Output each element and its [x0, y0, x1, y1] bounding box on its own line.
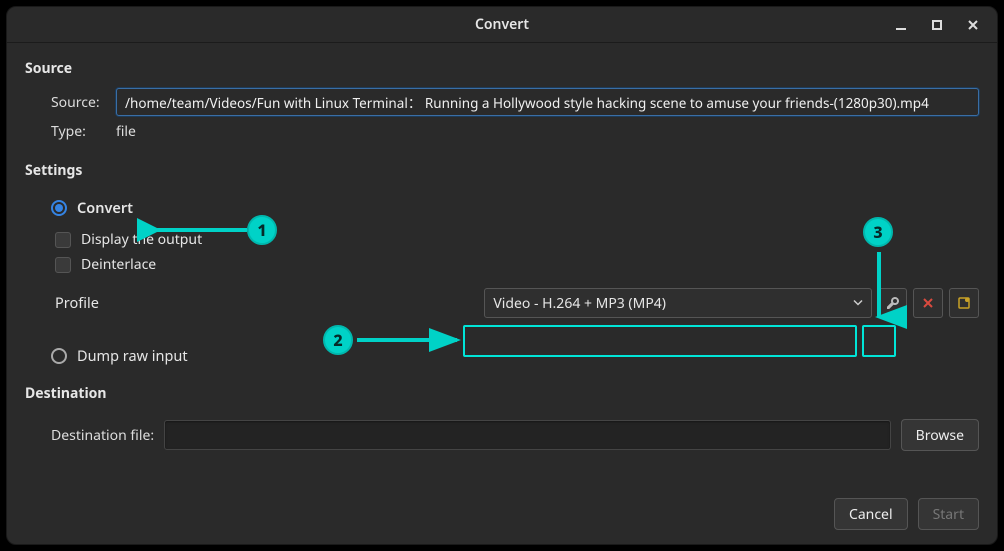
chevron-down-icon [853, 294, 863, 313]
annotation-arrow-3 [867, 247, 891, 327]
window-controls [883, 7, 991, 43]
delete-icon [921, 296, 935, 310]
annotation-arrow-2 [352, 330, 472, 350]
cancel-label: Cancel [849, 505, 893, 524]
dialog-footer: Cancel Start [7, 488, 997, 544]
source-section-title: Source [25, 59, 979, 78]
deinterlace-label: Deinterlace [81, 255, 156, 274]
start-label: Start [933, 505, 964, 524]
type-label: Type: [51, 122, 106, 141]
maximize-button[interactable] [919, 7, 955, 43]
minimize-icon [894, 18, 908, 32]
close-icon [966, 18, 980, 32]
cancel-button[interactable]: Cancel [834, 498, 908, 530]
deinterlace-checkbox[interactable] [55, 257, 71, 273]
source-input[interactable]: /home/team/Videos/Fun with Linux Termina… [116, 88, 979, 116]
type-value: file [116, 122, 136, 141]
new-profile-icon [957, 296, 971, 310]
close-button[interactable] [955, 7, 991, 43]
source-value: /home/team/Videos/Fun with Linux Termina… [125, 92, 929, 112]
maximize-icon [930, 18, 944, 32]
profile-select[interactable]: Video - H.264 + MP3 (MP4) [484, 288, 871, 318]
settings-section-title: Settings [25, 161, 979, 180]
convert-radio[interactable] [51, 200, 67, 216]
convert-label: Convert [77, 198, 133, 218]
dump-label: Dump raw input [77, 346, 188, 366]
minimize-button[interactable] [883, 7, 919, 43]
settings-section: Convert Display the output Deinterlace P… [25, 190, 979, 378]
display-output-checkbox[interactable] [55, 232, 71, 248]
destination-label: Destination file: [51, 426, 154, 445]
source-section: Source: /home/team/Videos/Fun with Linux… [25, 88, 979, 147]
convert-dialog: Convert Source Source: /home/team/Videos… [6, 6, 998, 545]
window-title: Convert [475, 15, 529, 34]
destination-input[interactable] [164, 420, 890, 450]
destination-section: Destination file: Browse [25, 413, 979, 451]
dump-radio[interactable] [51, 348, 67, 364]
profile-row: Profile Video - H.264 + MP3 (MP4) [55, 288, 979, 318]
dialog-body: Source Source: /home/team/Videos/Fun wit… [7, 43, 997, 488]
destination-section-title: Destination [25, 384, 979, 403]
profile-value: Video - H.264 + MP3 (MP4) [493, 294, 666, 313]
dump-radio-row[interactable]: Dump raw input [51, 346, 979, 366]
delete-profile-button[interactable] [913, 288, 943, 318]
profile-label: Profile [55, 293, 134, 313]
annotation-arrow-1 [147, 220, 257, 240]
titlebar: Convert [7, 7, 997, 43]
browse-button[interactable]: Browse [901, 419, 979, 451]
new-profile-button[interactable] [949, 288, 979, 318]
start-button[interactable]: Start [918, 498, 979, 530]
browse-label: Browse [916, 426, 964, 445]
deinterlace-row[interactable]: Deinterlace [55, 255, 979, 274]
source-label: Source: [51, 93, 106, 112]
convert-radio-row[interactable]: Convert [51, 198, 979, 218]
